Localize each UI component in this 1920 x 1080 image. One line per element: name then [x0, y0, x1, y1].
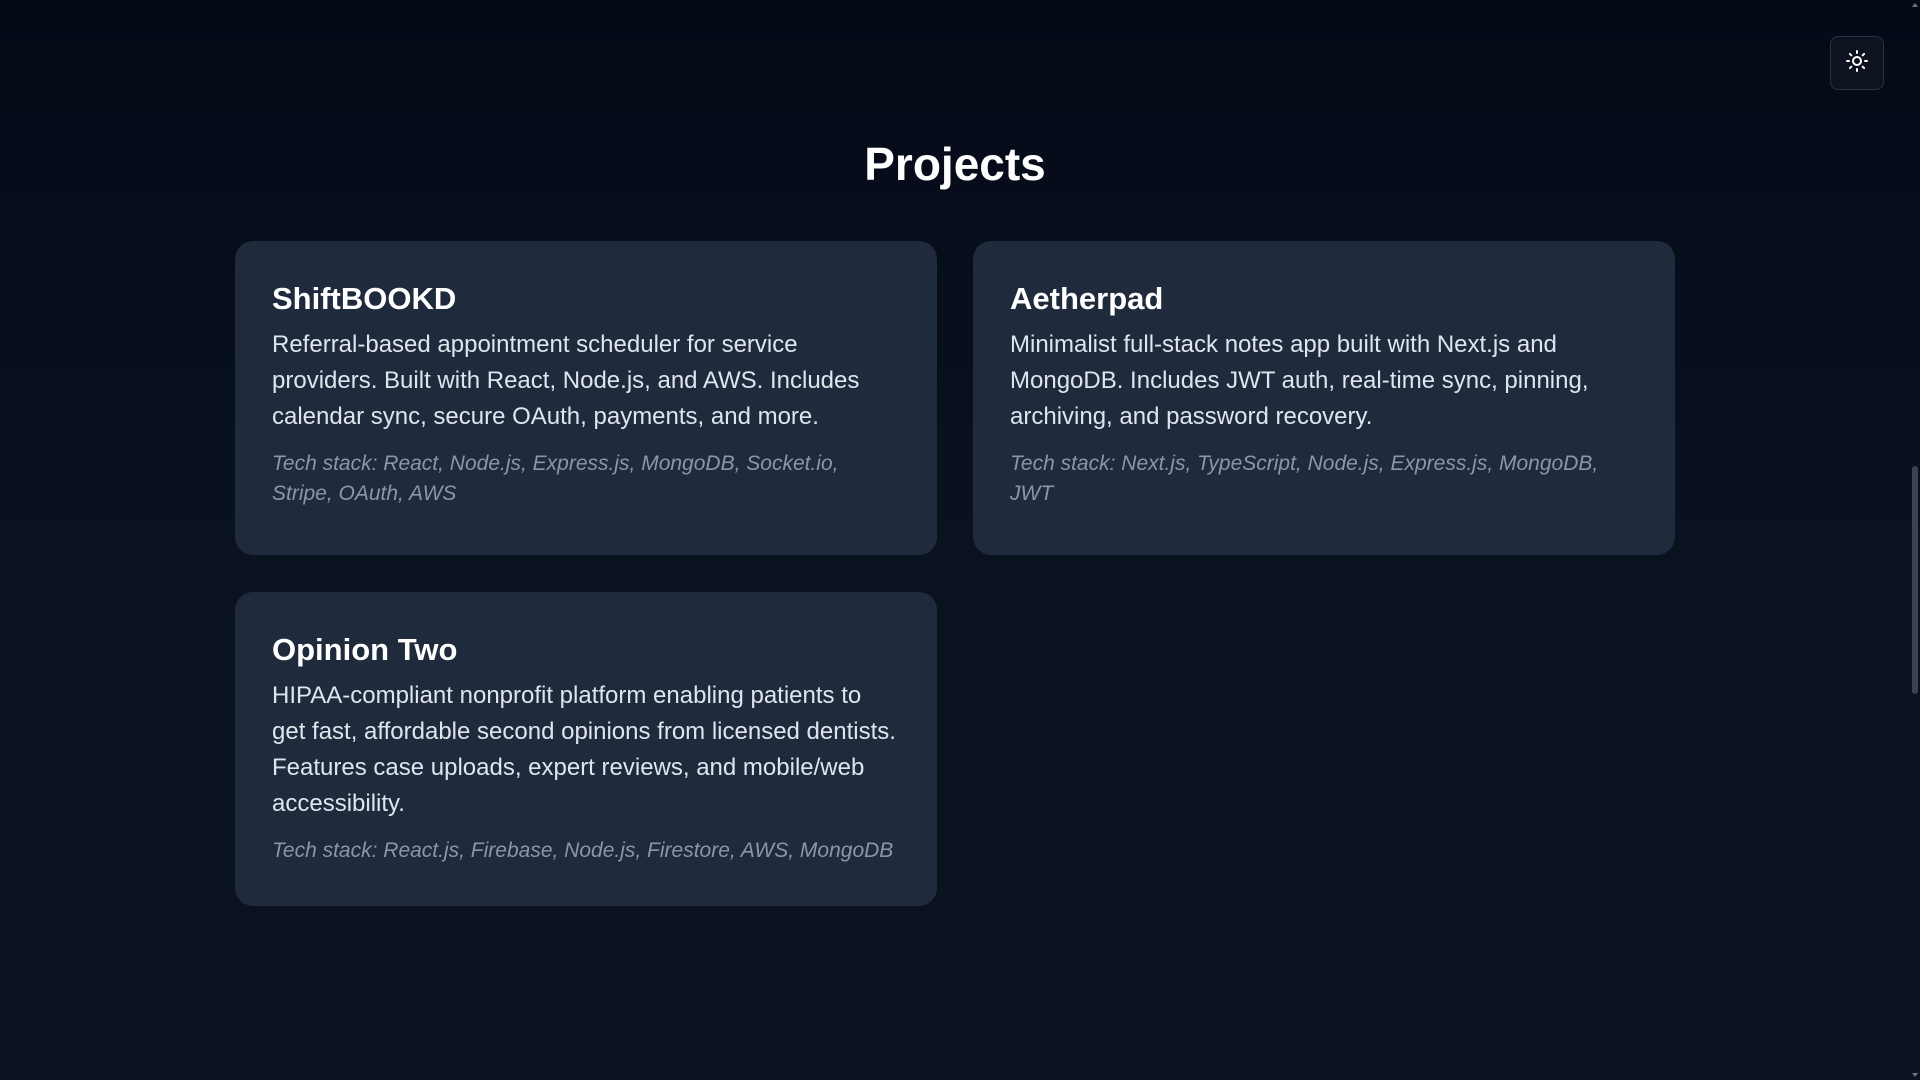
- scrollbar-thumb[interactable]: [1912, 466, 1918, 694]
- project-description: Minimalist full-stack notes app built wi…: [1010, 331, 1589, 430]
- project-tech-stack: Tech stack: React.js, Firebase, Node.js,…: [272, 839, 894, 862]
- theme-toggle-button[interactable]: [1830, 36, 1884, 90]
- project-description: HIPAA-compliant nonprofit platform enabl…: [272, 682, 896, 817]
- project-description: Referral-based appointment scheduler for…: [272, 331, 860, 430]
- page-scrollbar[interactable]: [1910, 0, 1920, 1080]
- project-title: ShiftBOOKD: [272, 281, 457, 316]
- project-card-opinion-two: Opinion Two HIPAA-compliant nonprofit pl…: [235, 592, 937, 906]
- section-title: Projects: [864, 138, 1046, 190]
- project-title: Aetherpad: [1010, 281, 1164, 316]
- project-title: Opinion Two: [272, 632, 458, 667]
- projects-grid: ShiftBOOKD Referral-based appointment sc…: [235, 241, 1675, 906]
- project-card-shiftbookd: ShiftBOOKD Referral-based appointment sc…: [235, 241, 937, 555]
- scroll-down-arrow-icon[interactable]: [1912, 1073, 1918, 1077]
- project-tech-stack: Tech stack: React, Node.js, Express.js, …: [272, 452, 839, 505]
- project-card-aetherpad: Aetherpad Minimalist full-stack notes ap…: [973, 241, 1675, 555]
- scroll-up-arrow-icon[interactable]: [1912, 3, 1918, 7]
- sun-icon: [1845, 49, 1869, 77]
- project-tech-stack: Tech stack: Next.js, TypeScript, Node.js…: [1010, 452, 1599, 505]
